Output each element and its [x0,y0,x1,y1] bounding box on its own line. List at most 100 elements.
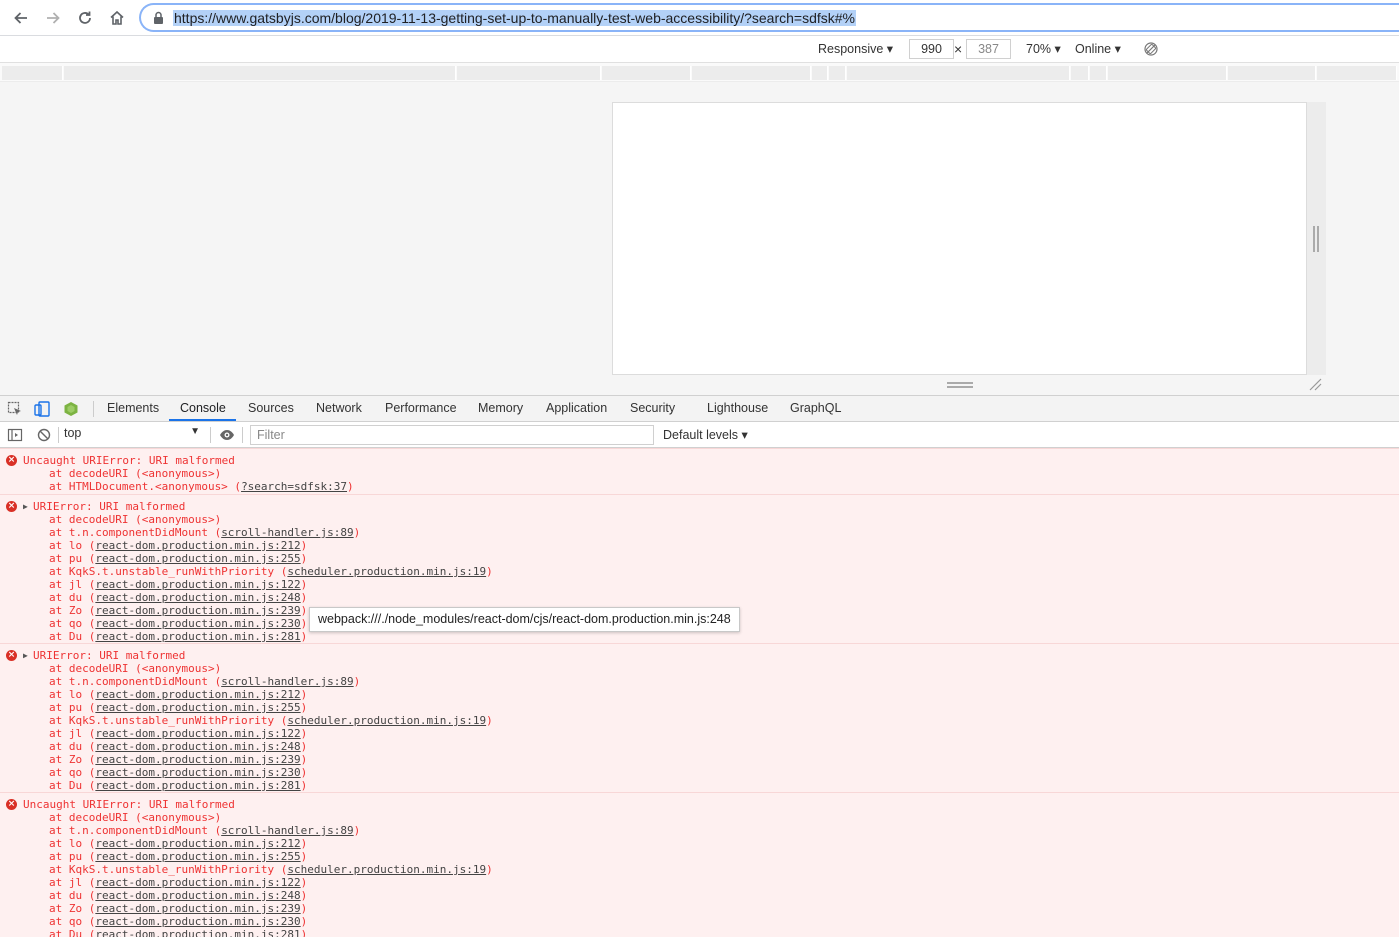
ruler-segment[interactable] [2,66,63,80]
source-link[interactable]: react-dom.production.min.js:230 [95,617,300,630]
ruler-segment[interactable] [829,66,846,80]
source-link[interactable]: scheduler.production.min.js:19 [287,714,486,727]
ruler-segment[interactable] [847,66,1070,80]
source-link[interactable]: react-dom.production.min.js:281 [95,779,300,792]
device-toggle-icon[interactable] [34,401,50,417]
source-link[interactable]: react-dom.production.min.js:255 [95,552,300,565]
tab-security[interactable]: Security [630,401,675,415]
stack-frame-text: at Zo ( [49,753,96,766]
source-link[interactable]: react-dom.production.min.js:230 [95,915,300,928]
source-link[interactable]: react-dom.production.min.js:122 [95,876,300,889]
stack-frame-suffix: ) [353,675,361,688]
source-link[interactable]: scroll-handler.js:89 [221,526,353,539]
stack-frame-text: at jl ( [49,727,96,740]
stack-frame-suffix: ) [300,630,308,643]
ruler-segment[interactable] [1228,66,1316,80]
source-link[interactable]: react-dom.production.min.js:239 [95,604,300,617]
rotate-icon[interactable] [1143,41,1159,57]
source-link[interactable]: react-dom.production.min.js:122 [95,727,300,740]
width-resize-handle[interactable] [1313,226,1319,252]
url-text[interactable]: https://www.gatsbyjs.com/blog/2019-11-13… [173,10,856,26]
source-link[interactable]: react-dom.production.min.js:212 [95,837,300,850]
context-select[interactable]: top ▼ [64,426,204,444]
source-link[interactable]: react-dom.production.min.js:248 [95,591,300,604]
tab-console[interactable]: Console [180,401,226,415]
tab-sources[interactable]: Sources [248,401,294,415]
error-header[interactable]: ▶ URIError: URI malformed [0,649,1399,662]
address-bar[interactable]: https://www.gatsbyjs.com/blog/2019-11-13… [139,3,1399,32]
tab-lighthouse[interactable]: Lighthouse [707,401,768,415]
log-levels-select[interactable]: Default levels ▾ [663,427,748,442]
back-arrow-icon[interactable] [8,5,34,31]
tab-performance[interactable]: Performance [385,401,457,415]
corner-resize-icon[interactable] [1308,377,1322,391]
ruler-segment[interactable] [1071,66,1089,80]
stack-frame: at Du (react-dom.production.min.js:281) [0,779,1399,792]
stack-frame-text: at lo ( [49,539,96,552]
stack-frame-text: at Du ( [49,928,96,937]
ruler-segment[interactable] [457,66,601,80]
source-link[interactable]: react-dom.production.min.js:248 [95,889,300,902]
console-error-message[interactable]: × Uncaught URIError: URI malformed at deco… [0,448,1399,499]
height-resize-handle[interactable] [947,382,973,388]
tab-network[interactable]: Network [316,401,362,415]
reload-icon[interactable] [72,5,98,31]
filter-input[interactable]: Filter [250,425,654,445]
graphql-extension-icon[interactable] [63,401,79,417]
ruler-segment[interactable] [602,66,691,80]
stack-frame-text: at t.n.componentDidMount ( [49,526,222,539]
tab-application[interactable]: Application [546,401,607,415]
source-link[interactable]: react-dom.production.min.js:230 [95,766,300,779]
ruler-segment[interactable] [692,66,811,80]
forward-arrow-icon[interactable] [40,5,66,31]
source-link[interactable]: scheduler.production.min.js:19 [287,565,486,578]
live-expression-eye-icon[interactable] [219,427,235,443]
source-link[interactable]: react-dom.production.min.js:239 [95,753,300,766]
ruler-segment[interactable] [1317,66,1397,80]
clear-console-icon[interactable] [36,427,52,443]
console-toolbar: top ▼ Filter Default levels ▾ [0,422,1399,448]
source-link[interactable]: react-dom.production.min.js:212 [95,539,300,552]
width-input[interactable]: 990 [909,39,954,59]
ruler-segment[interactable] [812,66,828,80]
source-link[interactable]: react-dom.production.min.js:281 [95,630,300,643]
source-link[interactable]: react-dom.production.min.js:281 [95,928,300,937]
source-link[interactable]: react-dom.production.min.js:248 [95,740,300,753]
source-link[interactable]: scroll-handler.js:89 [221,675,353,688]
stack-frame: at jl (react-dom.production.min.js:122) [0,727,1399,740]
ruler-segment[interactable] [1090,66,1107,80]
source-link[interactable]: scroll-handler.js:89 [221,824,353,837]
expand-triangle-icon[interactable]: ▶ [23,500,33,513]
ruler-segment[interactable] [1108,66,1227,80]
source-link[interactable]: react-dom.production.min.js:212 [95,688,300,701]
stack-frame: at qo (react-dom.production.min.js:230) [0,915,1399,928]
source-link[interactable]: react-dom.production.min.js:255 [95,701,300,714]
home-icon[interactable] [104,5,130,31]
source-link[interactable]: scheduler.production.min.js:19 [287,863,486,876]
source-link[interactable]: react-dom.production.min.js:255 [95,850,300,863]
stack-frame: at decodeURI (<anonymous>) [0,467,1399,480]
source-link[interactable]: react-dom.production.min.js:239 [95,902,300,915]
expand-triangle-icon[interactable]: ▶ [23,649,33,662]
sidebar-toggle-icon[interactable] [7,427,23,443]
device-select[interactable]: Responsive ▾ [818,41,893,56]
source-link[interactable]: react-dom.production.min.js:122 [95,578,300,591]
devtools-tab-bar: Elements Console Sources Network Perform… [0,395,1399,422]
console-error-message[interactable]: × ▶ URIError: URI malformed at decodeURI (<… [0,643,1399,798]
tab-memory[interactable]: Memory [478,401,523,415]
stack-frame-text: at KqkS.t.unstable_runWithPriority ( [49,863,288,876]
link-tooltip: webpack:///./node_modules/react-dom/cjs/… [309,607,740,632]
console-error-message[interactable]: × Uncaught URIError: URI malformed at deco… [0,792,1399,937]
inspect-element-icon[interactable] [7,401,23,417]
ruler-segment[interactable] [64,66,456,80]
zoom-select[interactable]: 70% ▾ [1026,41,1061,56]
stack-frame-suffix: ) [300,915,308,928]
tab-elements[interactable]: Elements [107,401,159,415]
throttle-select[interactable]: Online ▾ [1075,41,1121,56]
height-input[interactable]: 387 [966,39,1011,59]
error-header[interactable]: ▶ URIError: URI malformed [0,500,1399,513]
source-link[interactable]: ?search=sdfsk:37 [241,480,347,493]
device-screen[interactable] [612,102,1307,375]
tab-graphql[interactable]: GraphQL [790,401,841,415]
stack-frame-text: at qo ( [49,766,96,779]
